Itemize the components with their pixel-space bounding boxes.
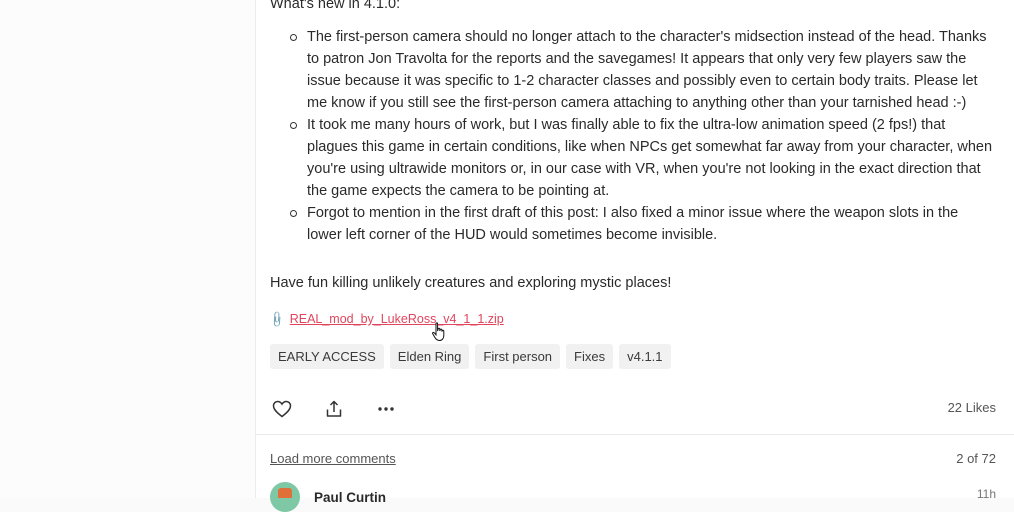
bullet-icon <box>290 122 297 129</box>
tag-version[interactable]: v4.1.1 <box>619 344 671 369</box>
post-card: What's new in 4.1.0: The first-person ca… <box>255 0 1014 512</box>
closing-text: Have fun killing unlikely creatures and … <box>270 275 672 291</box>
changelog-list: The first-person camera should no longer… <box>270 26 996 246</box>
more-icon <box>378 407 394 411</box>
hand-cursor-icon <box>432 322 445 342</box>
divider <box>256 434 1014 435</box>
changelog-item-text: Forgot to mention in the first draft of … <box>307 205 959 243</box>
changelog-heading: What's new in 4.1.0: <box>270 0 401 12</box>
changelog-item-text: The first-person camera should no longer… <box>307 29 987 111</box>
changelog-item: The first-person camera should no longer… <box>270 26 996 114</box>
paperclip-icon: 📎 <box>267 310 286 329</box>
tag-list: EARLY ACCESS Elden Ring First person Fix… <box>270 344 671 369</box>
tag-early-access[interactable]: EARLY ACCESS <box>270 344 384 369</box>
tag-first-person[interactable]: First person <box>475 344 561 369</box>
changelog-item-text: It took me many hours of work, but I was… <box>307 117 993 199</box>
share-button[interactable] <box>322 398 346 420</box>
bullet-icon <box>290 210 297 217</box>
commenter-name[interactable]: Paul Curtin <box>314 490 386 505</box>
share-icon <box>326 400 342 417</box>
tag-elden-ring[interactable]: Elden Ring <box>389 344 470 369</box>
changelog-item: Forgot to mention in the first draft of … <box>270 202 996 246</box>
comment-time: 11h <box>976 487 996 501</box>
more-button[interactable] <box>374 398 398 420</box>
left-margin <box>0 0 255 498</box>
comment-count: 2 of 72 <box>956 451 996 466</box>
likes-count[interactable]: 22 Likes <box>948 400 996 415</box>
attachment-link[interactable]: REAL_mod_by_LukeRoss_v4_1_1.zip <box>290 312 504 326</box>
bullet-icon <box>290 34 297 41</box>
changelog-item: It took me many hours of work, but I was… <box>270 114 996 202</box>
load-more-comments-link[interactable]: Load more comments <box>270 451 396 466</box>
like-button[interactable] <box>270 398 294 420</box>
heart-icon <box>272 400 292 418</box>
comment-author: Paul Curtin <box>270 482 386 512</box>
post-actions <box>270 398 398 420</box>
tag-fixes[interactable]: Fixes <box>566 344 614 369</box>
attachment: 📎 REAL_mod_by_LukeRoss_v4_1_1.zip <box>267 310 504 329</box>
avatar[interactable] <box>270 482 300 512</box>
